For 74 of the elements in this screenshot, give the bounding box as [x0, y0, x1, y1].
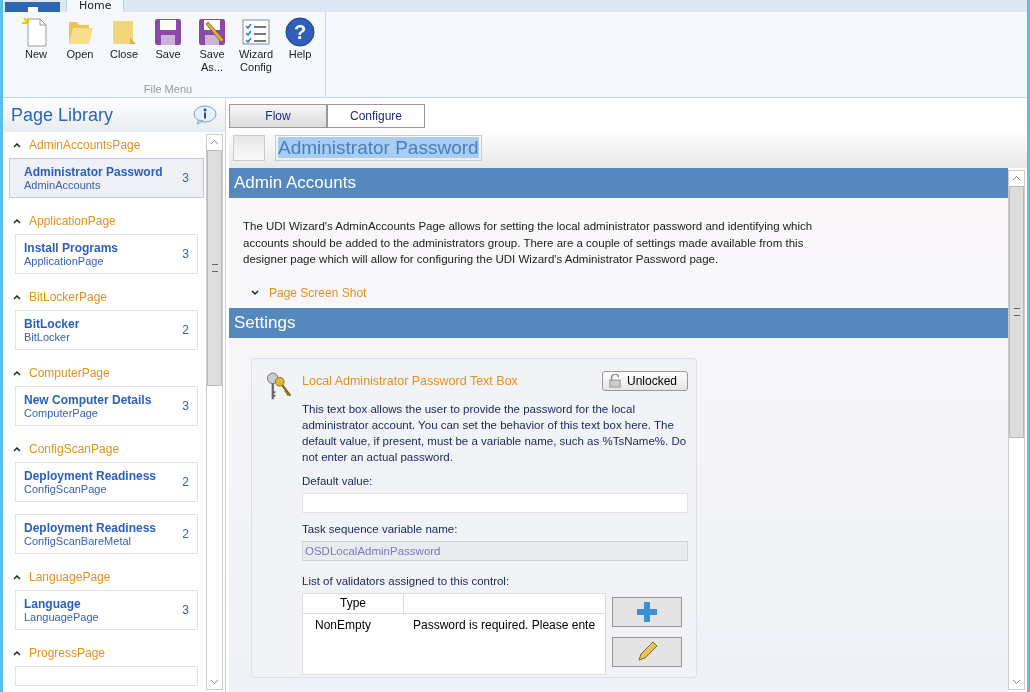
page-title: Install Programs	[24, 241, 119, 255]
info-icon[interactable]	[193, 105, 217, 125]
checklist-icon	[240, 16, 272, 48]
scrollbar[interactable]	[1008, 170, 1025, 690]
caret-icon	[13, 650, 21, 656]
setting-description: This text box allows the user to provide the password for the local administrator account. You can set the behavior of this text box here. The default value, if present, must be a variable name, such as %TsName%. Do not enter an actual password.	[302, 401, 688, 465]
page-title: BitLocker	[24, 317, 80, 331]
page-card[interactable]: Deployment Readiness ConfigScanBareMetal 2	[15, 514, 198, 554]
page-type: ConfigScanBareMetal	[24, 535, 132, 547]
help-button[interactable]: ? Help	[281, 16, 319, 74]
caret-icon	[13, 294, 21, 300]
field-label: List of validators assigned to this control:	[302, 574, 511, 587]
ribbon-tab[interactable]: Home	[66, 0, 125, 12]
page-title: Administrator Password	[24, 165, 163, 179]
scrollbar[interactable]	[206, 134, 223, 690]
caret-icon	[13, 574, 21, 580]
lock-toggle-button[interactable]: Unlocked	[601, 370, 688, 391]
field-label: Task sequence variable name:	[302, 522, 459, 535]
add-button[interactable]	[612, 596, 682, 627]
page-title: Deployment Readiness	[24, 521, 157, 535]
page-count: 3	[182, 171, 189, 185]
page-card[interactable]: Language LanguagePage 3	[15, 590, 198, 630]
wizard-button[interactable]: Wizard Config	[237, 16, 275, 74]
page-card[interactable]: Deployment Readiness ConfigScanPage 2	[15, 462, 198, 502]
column-header: Type	[303, 593, 404, 613]
plus-icon	[635, 599, 659, 624]
open-button[interactable]: Open	[61, 16, 99, 74]
page-title: Deployment Readiness	[24, 469, 157, 483]
caret-icon	[13, 218, 21, 224]
page-count: 3	[182, 247, 189, 261]
page-card[interactable]: Administrator Password AdminAccounts 3	[9, 158, 204, 198]
page-count: 3	[182, 603, 189, 617]
page-type: BitLocker	[24, 331, 71, 343]
floppy-pencil-icon	[196, 16, 228, 48]
padlock-icon	[608, 373, 621, 388]
ribbon-group-label: File Menu	[143, 83, 193, 97]
page-type: ConfigScanPage	[24, 483, 108, 495]
caret-icon	[13, 142, 21, 148]
saveas-button[interactable]: Save As...	[193, 16, 231, 74]
caret-icon	[13, 370, 21, 376]
setting-title: Local Administrator Password Text Box	[302, 373, 518, 388]
page-type: ComputerPage	[24, 407, 99, 419]
page-count: 2	[182, 475, 189, 489]
page-card[interactable]: BitLocker BitLocker 2	[15, 310, 198, 350]
page-count: 2	[182, 323, 189, 337]
panel-title: Page Library	[11, 104, 114, 126]
table-cell-text: Password is required. Please ente	[412, 617, 596, 632]
page-title: Language	[24, 597, 82, 611]
edit-button[interactable]	[612, 636, 682, 667]
field-label: Default value:	[302, 474, 374, 487]
page-count: 3	[182, 399, 189, 413]
chevron-icon	[251, 289, 259, 296]
section-header: Admin Accounts	[229, 168, 1008, 198]
page-type: AdminAccounts	[24, 179, 102, 191]
close-button[interactable]: Close	[105, 16, 143, 74]
new-button[interactable]: New	[17, 16, 55, 74]
page-count: 2	[182, 527, 189, 541]
pencil-icon	[635, 639, 659, 664]
section-header: Settings	[229, 307, 1008, 338]
save-button[interactable]: Save	[149, 16, 187, 74]
application-menu-button[interactable]	[5, 2, 60, 12]
page-type: ApplicationPage	[24, 255, 105, 267]
view-tab[interactable]: Configure	[327, 104, 425, 128]
table-cell-text: NonEmpty	[314, 617, 373, 632]
page-description: The UDI Wizard's AdminAccounts Page allows for setting the local administrator password and identifying which accounts should be added to the administrators group. There are a couple of settings made available from this designer page which will allow for configuring the UDI Wizard's Administrator Password page.	[243, 219, 814, 267]
text-field[interactable]	[302, 492, 688, 513]
page-card[interactable]: New Computer Details ComputerPage 3	[15, 386, 198, 426]
page-thumbnail	[233, 135, 265, 161]
view-tab[interactable]: Flow	[229, 104, 327, 128]
page-title: New Computer Details	[24, 393, 152, 407]
help-icon: ?	[284, 16, 316, 48]
page-card[interactable]: Install Programs ApplicationPage 3	[15, 234, 198, 274]
page-type: LanguagePage	[24, 611, 99, 623]
caret-icon	[13, 446, 21, 452]
